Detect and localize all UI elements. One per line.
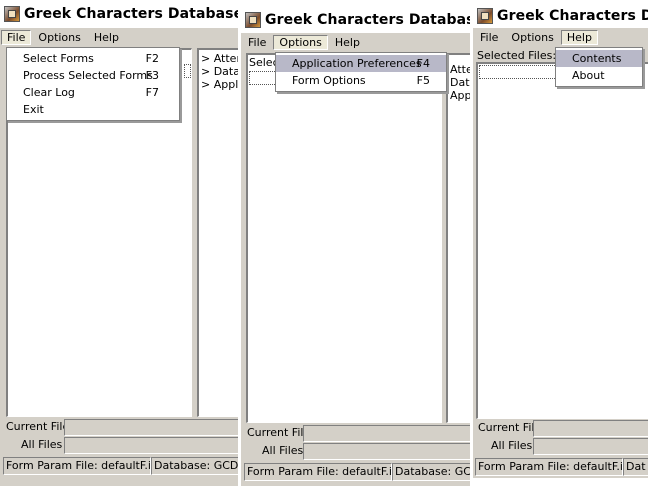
tree-item-attempts[interactable]: > Atten [201, 52, 238, 65]
title-bar: Greek Characters Database Input [473, 2, 648, 30]
file-dropdown: Select Forms F2 Process Selected Forms F3 … [6, 47, 180, 121]
tree-item-attempts[interactable]: Atter [450, 63, 472, 76]
selected-files-list[interactable] [476, 62, 648, 419]
current-file-field [64, 419, 238, 436]
focus-rect [479, 65, 561, 79]
menu-bar: File Options Help [241, 33, 472, 51]
status-form-param: Form Param File: defaultF.ini [3, 457, 151, 475]
menu-item-contents[interactable]: Contents [556, 50, 642, 67]
tree-item-application[interactable]: > Applic [201, 78, 238, 91]
menu-file[interactable]: File [242, 35, 272, 50]
menu-file[interactable]: File [474, 30, 504, 45]
menu-item-about[interactable]: About [556, 67, 642, 84]
all-files-field [64, 437, 238, 454]
status-database: Database: GCDB [392, 463, 472, 481]
selected-files-label: Selected Files: [477, 49, 557, 62]
all-files-field [303, 443, 472, 460]
help-dropdown: Contents About [555, 47, 643, 87]
menu-help[interactable]: Help [560, 29, 598, 45]
current-file-label: Current File: [6, 420, 73, 433]
window-file-menu: Greek Characters Database Input File Opt… [0, 0, 238, 486]
log-tree[interactable]: Atter Data Appl [446, 53, 472, 423]
status-form-param: Form Param File: defaultF.ini [475, 458, 623, 476]
focus-rect [184, 64, 191, 78]
menu-options[interactable]: Options [32, 30, 86, 45]
tree-item-database[interactable]: > Datab [201, 65, 238, 78]
pane-divider [470, 0, 472, 486]
tree-item-application[interactable]: Appl [450, 89, 472, 102]
menu-file[interactable]: File [1, 29, 32, 45]
status-database: Database: GCDB [151, 457, 238, 475]
selected-files-list[interactable]: Selec [246, 53, 442, 423]
window-options-menu: Greek Characters Database Input File Opt… [240, 6, 472, 486]
title-bar: Greek Characters Database Input [241, 6, 472, 34]
menu-options[interactable]: Options [505, 30, 559, 45]
window-title: Greek Characters Database Input [497, 8, 648, 24]
menu-bar: File Options Help [473, 28, 648, 46]
app-icon [245, 12, 261, 28]
current-file-field [303, 425, 472, 442]
menu-options[interactable]: Options [273, 34, 328, 50]
status-form-param: Form Param File: defaultF.ini [244, 463, 392, 481]
status-bar: Form Param File: defaultF.ini Database: … [3, 457, 238, 475]
window-title: Greek Characters Database Input [265, 12, 472, 28]
menu-help[interactable]: Help [88, 30, 125, 45]
status-bar: Form Param File: defaultF.ini Dat [475, 458, 648, 476]
menu-help[interactable]: Help [329, 35, 366, 50]
menu-bar: File Options Help [0, 28, 238, 46]
menu-item-form-options[interactable]: Form Options F5 [276, 72, 446, 89]
log-tree[interactable]: > Atten > Datab > Applic [197, 48, 238, 417]
menu-item-select-forms[interactable]: Select Forms F2 [7, 50, 179, 67]
menu-item-clear-log[interactable]: Clear Log F7 [7, 84, 179, 101]
window-title: Greek Characters Database Input [24, 6, 238, 22]
app-icon [4, 6, 20, 22]
pane-divider [238, 0, 240, 486]
menu-item-application-preferences[interactable]: Application Preferences F4 [276, 55, 446, 72]
menu-item-process-selected-forms[interactable]: Process Selected Forms F3 [7, 67, 179, 84]
menu-item-exit[interactable]: Exit [7, 101, 179, 118]
window-help-menu: Greek Characters Database Input File Opt… [472, 2, 648, 478]
title-bar: Greek Characters Database Input [0, 0, 238, 28]
status-database: Dat [623, 458, 648, 476]
app-icon [477, 8, 493, 24]
all-files-label: All Files : [21, 438, 70, 451]
all-files-field [533, 438, 648, 455]
current-file-field [533, 420, 648, 437]
status-bar: Form Param File: defaultF.ini Database: … [244, 463, 472, 481]
options-dropdown: Application Preferences F4 Form Options F5 [275, 52, 447, 92]
tree-item-database[interactable]: Data [450, 76, 472, 89]
